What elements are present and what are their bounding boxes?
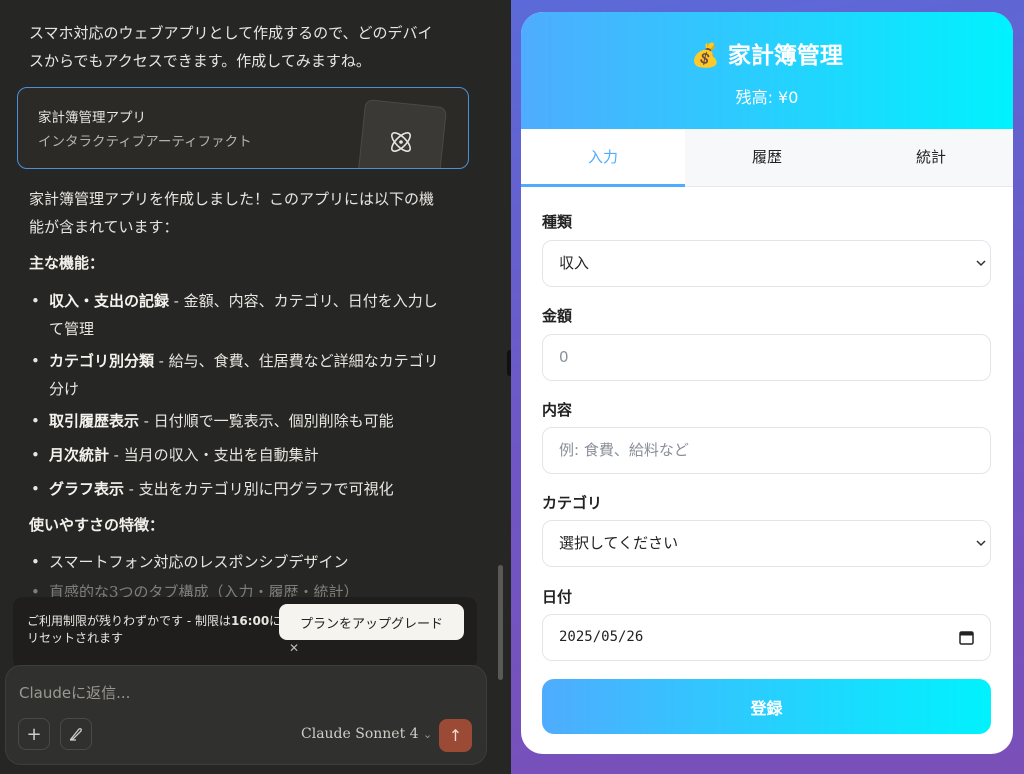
send-button[interactable]: ↑	[439, 719, 472, 752]
feature-item: グラフ表示 - 支出をカテゴリ別に円グラフで可視化	[29, 475, 449, 503]
chevron-down-icon	[976, 260, 986, 267]
assistant-intro-text: スマホ対応のウェブアプリとして作成するので、どのデバイスからでもアクセスできます…	[29, 24, 433, 70]
features-heading: 主な機能：	[29, 254, 105, 272]
feature-item-title: 取引履歴表示	[49, 412, 140, 430]
usability-heading: 使いやすさの特徴：	[29, 516, 165, 534]
usage-limit-time: 16:00	[230, 614, 270, 628]
artifact-preview-pane: 💰 家計簿管理 残高: ¥0 入力 履歴 統計 種類 収入 金額 0 内容 例:…	[511, 0, 1024, 774]
chevron-down-icon: ⌄	[423, 728, 433, 741]
usability-item: スマートフォン対応のレスポンシブデザイン	[29, 548, 449, 576]
quill-icon	[69, 728, 82, 741]
register-button[interactable]: 登録	[542, 679, 991, 734]
feature-item-text: - 支出をカテゴリ別に円グラフで可視化	[124, 480, 394, 498]
tab-input[interactable]: 入力	[521, 129, 685, 187]
usage-limit-text: ご利用制限が残りわずかです - 制限は16:00にリセットされます	[27, 613, 287, 647]
feature-item-title: カテゴリ別分類	[49, 352, 155, 370]
usage-limit-banner: ご利用制限が残りわずかです - 制限は16:00にリセットされます プランをアッ…	[13, 597, 477, 669]
usage-limit-prefix: ご利用制限が残りわずかです - 制限は	[27, 614, 231, 628]
upgrade-plan-button[interactable]: プランをアップグレード	[279, 604, 464, 640]
tab-stats[interactable]: 統計	[849, 129, 1013, 186]
app-tabs: 入力 履歴 統計	[521, 129, 1013, 187]
feature-item: 収入・支出の記録 - 金額、内容、カテゴリ、日付を入力して管理	[29, 287, 449, 343]
amount-input[interactable]: 0	[542, 334, 991, 381]
model-selector[interactable]: Claude Sonnet 4 ⌄	[301, 726, 432, 742]
reply-composer: Claudeに返信... + Claude Sonnet 4 ⌄ ↑	[5, 665, 487, 765]
artifact-title: 家計簿管理アプリ	[38, 110, 146, 126]
feature-item-title: グラフ表示	[49, 480, 125, 498]
app-header: 💰 家計簿管理 残高: ¥0	[521, 12, 1013, 129]
tab-history[interactable]: 履歴	[685, 129, 849, 186]
feature-item: 月次統計 - 当月の収入・支出を自動集計	[29, 441, 449, 469]
category-label: カテゴリ	[542, 494, 603, 512]
chat-scrollbar[interactable]	[498, 565, 503, 680]
arrow-up-icon: ↑	[448, 726, 463, 745]
chat-pane: スマホ対応のウェブアプリとして作成するので、どのデバイスからでもアクセスできます…	[0, 0, 511, 774]
atom-icon	[391, 132, 411, 152]
feature-item: カテゴリ別分類 - 給与、食費、住居費など詳細なカテゴリ分け	[29, 347, 449, 403]
category-select[interactable]: 選択してください	[542, 520, 991, 567]
chat-transcript[interactable]: スマホ対応のウェブアプリとして作成するので、どのデバイスからでもアクセスできます…	[0, 0, 511, 600]
date-input[interactable]: 2025/05/26	[542, 614, 991, 661]
feature-item-text: - 日付順で一覧表示、個別削除も可能	[139, 412, 394, 430]
type-label: 種類	[542, 213, 573, 231]
plus-icon: +	[26, 723, 42, 745]
app-title: 💰 家計簿管理	[691, 43, 843, 69]
style-button[interactable]	[60, 718, 92, 750]
feature-item: 取引履歴表示 - 日付順で一覧表示、個別削除も可能	[29, 407, 449, 435]
feature-item-title: 月次統計	[49, 446, 110, 464]
amount-label: 金額	[542, 307, 573, 325]
date-label: 日付	[542, 588, 573, 606]
add-attachment-button[interactable]: +	[18, 718, 50, 750]
close-icon[interactable]: ✕	[289, 641, 299, 655]
content-input[interactable]: 例: 食費、給料など	[542, 427, 991, 474]
content-label: 内容	[542, 401, 573, 419]
type-select[interactable]: 収入	[542, 240, 991, 287]
feature-item-title: 収入・支出の記録	[49, 292, 170, 310]
reply-input[interactable]: Claudeに返信...	[19, 682, 130, 703]
balance-display: 残高: ¥0	[735, 88, 799, 107]
calendar-icon[interactable]	[959, 630, 974, 645]
type-select-value: 収入	[559, 254, 590, 272]
chevron-down-icon	[976, 540, 986, 547]
assistant-summary-text: 家計簿管理アプリを作成しました！このアプリには以下の機能が含まれています：	[29, 190, 435, 236]
artifact-subtitle: インタラクティブアーティファクト	[38, 134, 252, 150]
feature-item-text: - 当月の収入・支出を自動集計	[109, 446, 319, 464]
model-name: Claude Sonnet 4	[301, 726, 419, 742]
date-input-value: 2025/05/26	[559, 629, 644, 645]
budget-app: 💰 家計簿管理 残高: ¥0 入力 履歴 統計 種類 収入 金額 0 内容 例:…	[521, 12, 1013, 754]
artifact-card[interactable]: 家計簿管理アプリ インタラクティブアーティファクト	[17, 87, 469, 169]
category-select-value: 選択してください	[559, 534, 679, 552]
